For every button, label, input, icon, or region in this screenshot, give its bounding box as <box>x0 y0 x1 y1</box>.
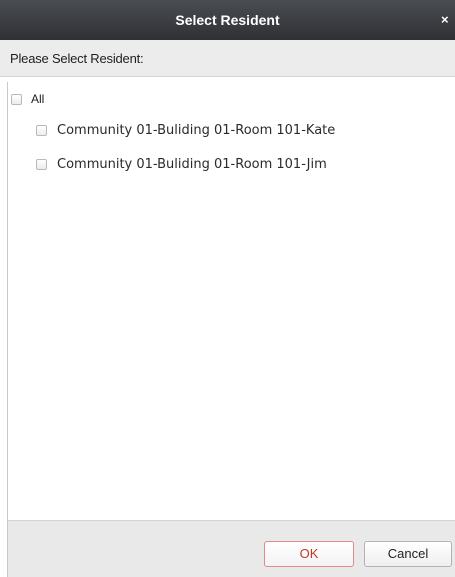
title-bar: Select Resident × <box>0 0 455 40</box>
select-resident-dialog: Select Resident × Please Select Resident… <box>0 0 455 577</box>
prompt-label: Please Select Resident: <box>10 51 144 66</box>
select-all-label: All <box>31 92 45 106</box>
resident-checkbox[interactable] <box>36 158 47 170</box>
prompt-bar: Please Select Resident: <box>0 40 455 77</box>
resident-checkbox[interactable] <box>36 124 47 136</box>
resident-label: Community 01-Buliding 01-Room 101-Kate <box>57 122 336 138</box>
ok-button[interactable]: OK <box>264 541 354 567</box>
resident-list: All Community 01-Buliding 01-Room 101-Ka… <box>7 82 455 520</box>
list-item[interactable]: Community 01-Buliding 01-Room 101-Kate <box>36 118 335 142</box>
cancel-button[interactable]: Cancel <box>364 541 452 567</box>
resident-label: Community 01-Buliding 01-Room 101-Jim <box>57 156 327 172</box>
list-item[interactable]: Community 01-Buliding 01-Room 101-Jim <box>36 152 327 176</box>
select-all-row[interactable]: All <box>11 87 44 111</box>
dialog-title: Select Resident <box>175 12 280 28</box>
select-all-checkbox[interactable] <box>11 93 22 105</box>
close-icon[interactable]: × <box>441 0 455 40</box>
dialog-footer: OK Cancel <box>7 520 455 577</box>
